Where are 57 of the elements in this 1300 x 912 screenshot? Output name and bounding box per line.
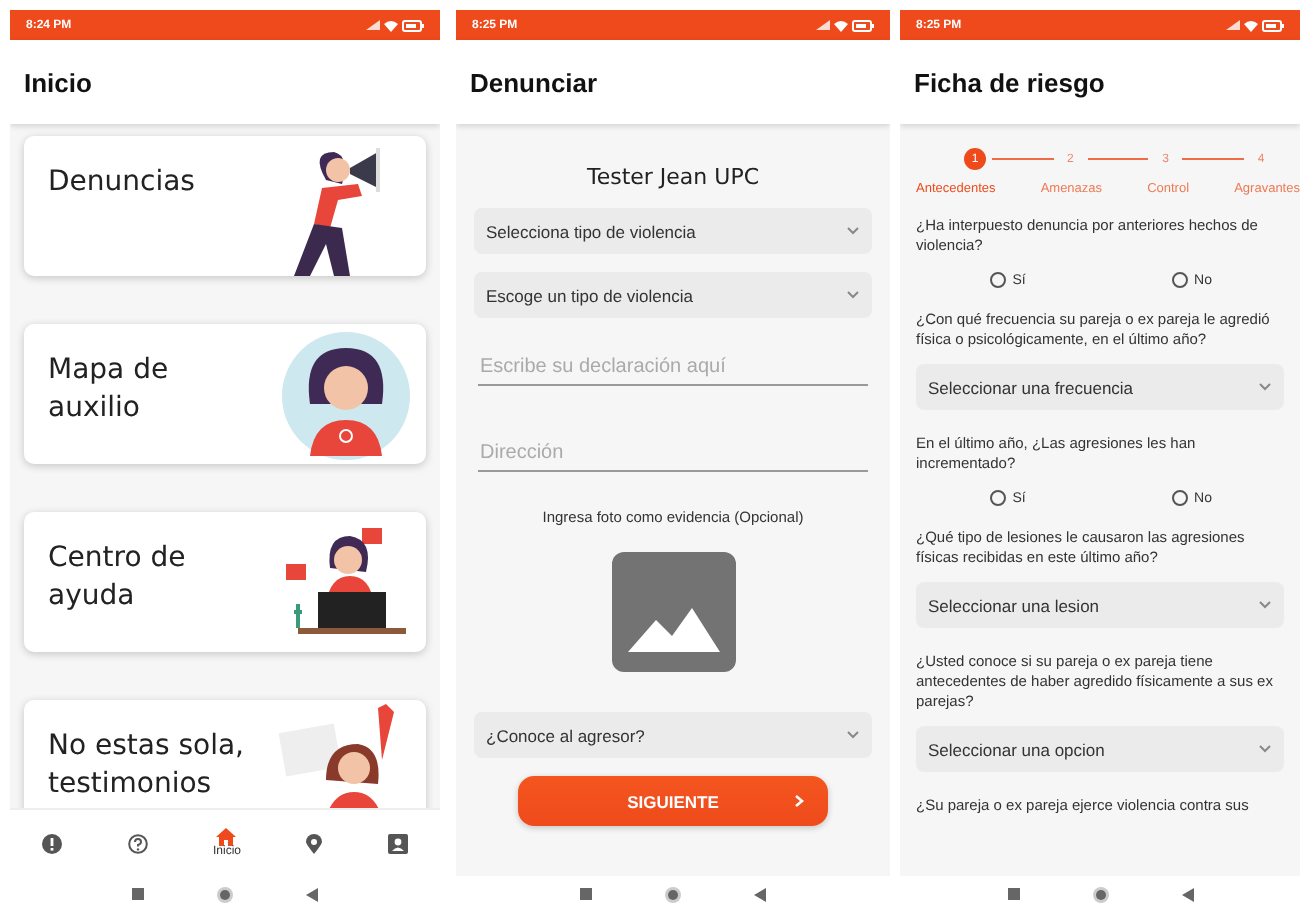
input-field[interactable]: Escribe su declaración aquí bbox=[478, 344, 868, 386]
screen-title: Inicio bbox=[24, 67, 92, 97]
info-icon bbox=[42, 833, 63, 853]
dropdown[interactable]: Escoge un tipo de violencia bbox=[474, 272, 872, 318]
card-title: Denuncias bbox=[48, 164, 197, 202]
nav-tab[interactable] bbox=[38, 829, 67, 857]
dropdown[interactable]: ¿Conoce al agresor? bbox=[474, 712, 872, 758]
screen-title: Ficha de riesgo bbox=[914, 67, 1105, 97]
home-circle-icon[interactable] bbox=[664, 885, 682, 903]
woman-megaphone-drawing bbox=[294, 148, 380, 276]
home-circle-icon[interactable] bbox=[1091, 885, 1109, 903]
next-button[interactable]: SIGUIENTE bbox=[518, 776, 828, 826]
menu-card[interactable]: No estas sola, testimonios bbox=[24, 700, 426, 808]
battery-icon bbox=[852, 19, 874, 31]
battery-icon bbox=[1262, 19, 1284, 31]
nav-tab[interactable] bbox=[383, 829, 412, 857]
menu-card[interactable]: Denuncias bbox=[24, 136, 426, 276]
menu-card[interactable]: Centro de ayuda bbox=[24, 512, 426, 652]
menu-card[interactable]: Mapa de auxilio bbox=[24, 324, 426, 464]
home-circle-icon[interactable] bbox=[216, 885, 234, 903]
wifi-icon bbox=[1244, 19, 1258, 31]
card-title: Centro de ayuda bbox=[48, 540, 188, 616]
dropdown[interactable]: Selecciona tipo de violencia bbox=[474, 208, 872, 254]
chevron-down-icon bbox=[1258, 382, 1272, 392]
chevron-down-icon bbox=[846, 226, 860, 236]
back-icon[interactable] bbox=[754, 887, 766, 901]
recents-icon[interactable] bbox=[1007, 888, 1019, 900]
contact-card-icon bbox=[387, 833, 408, 853]
chevron-right-icon bbox=[794, 794, 804, 808]
card-title: Mapa de auxilio bbox=[48, 352, 171, 428]
user-name: Tester Jean UPC bbox=[584, 164, 762, 190]
chevron-down-icon bbox=[1258, 744, 1272, 754]
back-icon[interactable] bbox=[306, 887, 318, 901]
screen-title: Denunciar bbox=[470, 67, 598, 97]
image-placeholder-icon[interactable] bbox=[611, 552, 735, 672]
back-icon[interactable] bbox=[1181, 887, 1193, 901]
location-pin-icon bbox=[306, 833, 323, 853]
battery-icon bbox=[402, 19, 424, 31]
dropdown[interactable]: Seleccionar una opcion bbox=[916, 726, 1284, 772]
home-icon bbox=[216, 828, 237, 846]
wifi-icon bbox=[384, 19, 398, 31]
card-title: No estas sola, testimonios bbox=[48, 728, 246, 804]
chevron-down-icon bbox=[846, 290, 860, 300]
chevron-down-icon bbox=[846, 730, 860, 740]
chevron-down-icon bbox=[1258, 600, 1272, 610]
dropdown[interactable]: Seleccionar una frecuencia bbox=[916, 364, 1284, 410]
input-field[interactable]: Dirección bbox=[478, 430, 868, 472]
signal-icon bbox=[1226, 20, 1240, 30]
wifi-icon bbox=[834, 19, 848, 31]
help-icon bbox=[127, 833, 148, 853]
woman-laptop-drawing bbox=[286, 528, 406, 634]
dropdown[interactable]: Seleccionar una lesion bbox=[916, 582, 1284, 628]
woman-portrait-drawing bbox=[282, 332, 410, 460]
nav-tab[interactable] bbox=[123, 829, 152, 857]
signal-icon bbox=[816, 20, 830, 30]
nav-tab[interactable] bbox=[302, 829, 327, 857]
signal-icon bbox=[366, 20, 380, 30]
